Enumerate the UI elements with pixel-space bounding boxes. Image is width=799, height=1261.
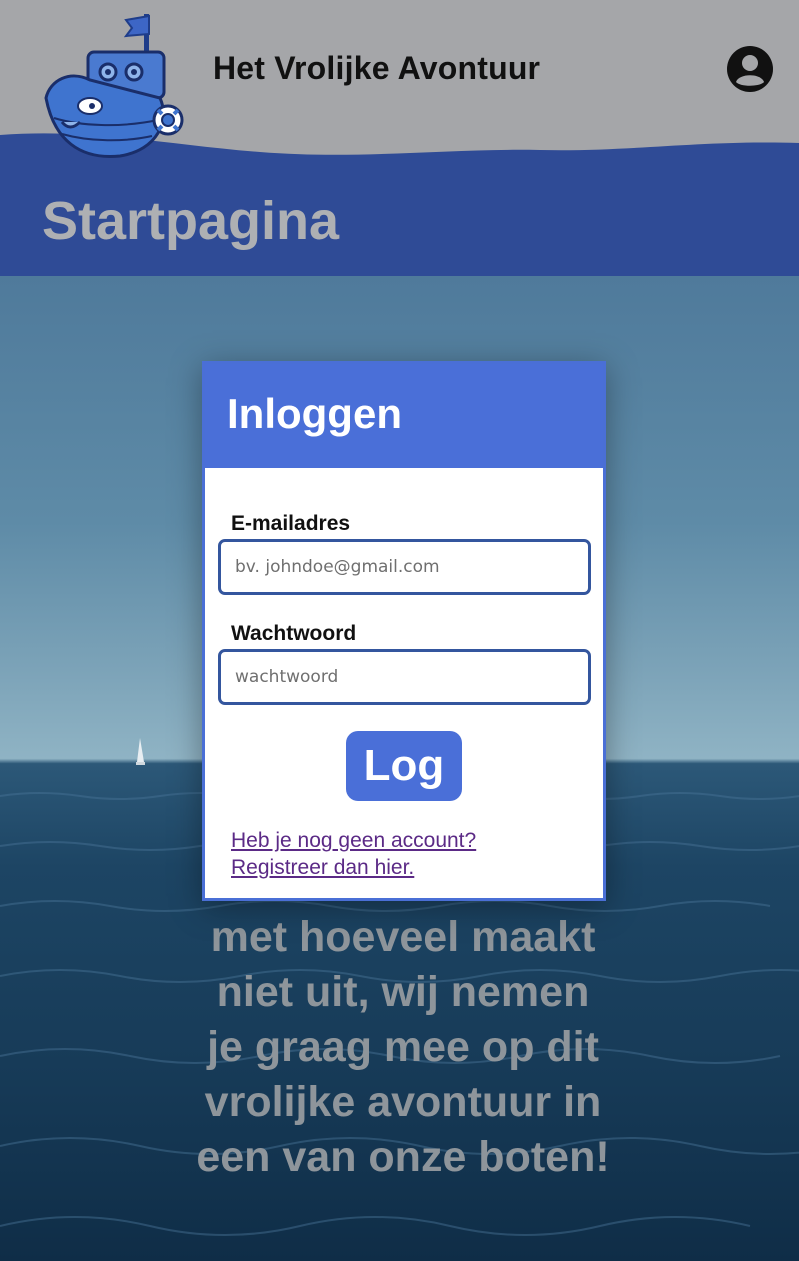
boat-logo-icon[interactable] — [40, 10, 188, 160]
login-modal: Inloggen E-mailadres Wachtwoord Log Heb … — [202, 361, 606, 901]
page-title: Startpagina — [42, 191, 340, 251]
login-modal-header: Inloggen — [205, 364, 603, 468]
email-field[interactable] — [218, 539, 591, 595]
intro-text: met hoeveel maakt niet uit, wij nemen je… — [196, 913, 610, 1181]
sailboat-icon — [136, 738, 145, 765]
user-account-icon[interactable] — [726, 45, 774, 93]
login-title: Inloggen — [227, 390, 402, 437]
password-field[interactable] — [218, 649, 591, 705]
email-label: E-mailadres — [231, 512, 351, 535]
register-link[interactable]: Heb je nog geen account? Registreer dan … — [231, 827, 521, 881]
login-button[interactable]: Log — [346, 731, 462, 801]
site-title: Het Vrolijke Avontuur — [213, 50, 541, 86]
password-label: Wachtwoord — [231, 622, 357, 645]
site-header: Het Vrolijke Avontuur Startpagina — [0, 0, 799, 276]
login-form: E-mailadres Wachtwoord Log Heb je nog ge… — [205, 468, 603, 881]
